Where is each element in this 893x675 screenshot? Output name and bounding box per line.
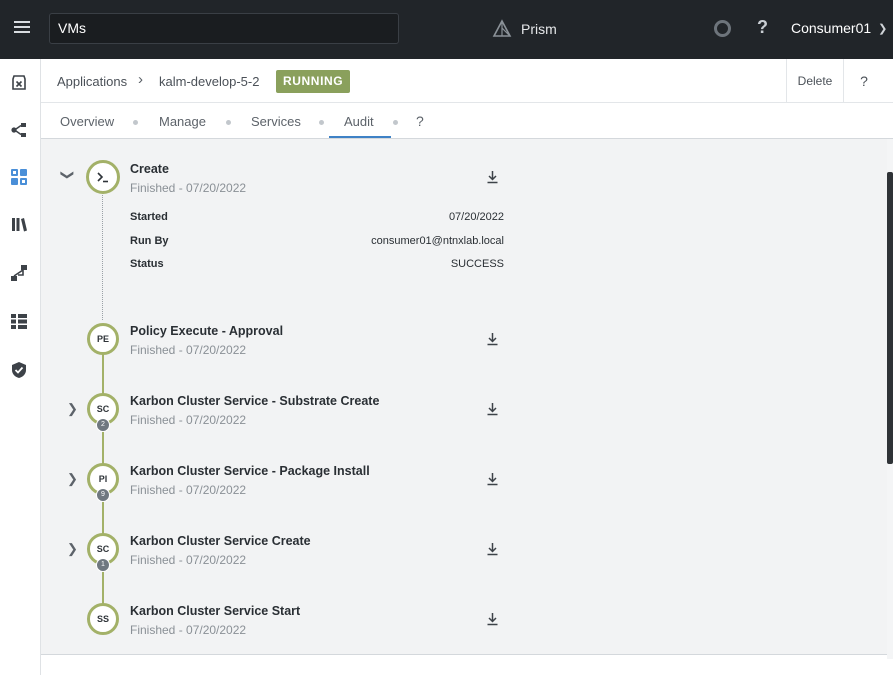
count-badge: 9 xyxy=(96,488,110,502)
step-subtitle: Finished - 07/20/2022 xyxy=(130,413,247,427)
step-node: SS xyxy=(87,603,119,635)
timeline-connector xyxy=(102,193,103,320)
expand-chevron-icon[interactable]: ❯ xyxy=(67,541,78,557)
header-help-button[interactable]: ? xyxy=(844,59,884,103)
step-title: Create xyxy=(130,162,169,176)
status-badge: RUNNING xyxy=(276,70,351,93)
help-icon[interactable]: ? xyxy=(757,17,768,38)
step-subtitle: Finished - 07/20/2022 xyxy=(130,483,247,497)
runbook-icon[interactable] xyxy=(10,264,28,282)
step-title: Policy Execute - Approval xyxy=(130,324,284,338)
download-icon[interactable] xyxy=(486,170,499,184)
step-title: Karbon Cluster Service Start xyxy=(130,604,301,618)
runby-label: Run By xyxy=(130,235,169,247)
applications-icon[interactable] xyxy=(10,168,28,186)
step-node-create xyxy=(86,160,120,194)
step-subtitle: Finished - 07/20/2022 xyxy=(130,623,247,637)
download-icon[interactable] xyxy=(486,332,499,346)
step-title: Karbon Cluster Service Create xyxy=(130,534,311,548)
step-node: PE xyxy=(87,323,119,355)
search-input[interactable]: VMs xyxy=(49,13,399,44)
blueprint-icon[interactable] xyxy=(10,121,28,139)
tab-separator xyxy=(393,120,398,125)
tabs-help-button[interactable]: ? xyxy=(416,113,424,129)
active-tab-indicator xyxy=(329,136,391,138)
count-badge: 2 xyxy=(96,418,110,432)
left-rail xyxy=(0,59,41,675)
step-subtitle: Finished - 07/20/2022 xyxy=(130,343,247,357)
download-icon[interactable] xyxy=(486,472,499,486)
brand: Prism xyxy=(492,17,557,41)
tab-separator xyxy=(226,120,231,125)
terminal-icon xyxy=(97,172,108,183)
tab-separator xyxy=(319,120,324,125)
download-icon[interactable] xyxy=(486,402,499,416)
started-label: Started xyxy=(130,211,168,223)
step-title: Karbon Cluster Service - Package Install xyxy=(130,464,370,478)
step-subtitle: Finished - 07/20/2022 xyxy=(130,181,247,195)
count-badge: 1 xyxy=(96,558,110,572)
page-header: Applications › kalm-develop-5-2 RUNNING … xyxy=(41,59,893,103)
collapse-chevron-icon[interactable]: ❯ xyxy=(59,170,75,181)
started-value: 07/20/2022 xyxy=(448,211,504,223)
tab-bar: Overview Manage Services Audit ? xyxy=(41,103,893,139)
breadcrumb-applications[interactable]: Applications xyxy=(57,74,127,89)
download-icon[interactable] xyxy=(486,612,499,626)
status-value: SUCCESS xyxy=(450,258,504,270)
download-icon[interactable] xyxy=(486,542,499,556)
tab-separator xyxy=(133,120,138,125)
prism-logo-icon xyxy=(492,19,512,37)
breadcrumb-app-name: kalm-develop-5-2 xyxy=(159,74,260,89)
library-icon[interactable] xyxy=(10,215,28,233)
tab-manage[interactable]: Manage xyxy=(159,114,206,129)
top-bar: VMs Prism ? Consumer01 ❯ xyxy=(0,0,893,59)
tab-services[interactable]: Services xyxy=(251,114,301,129)
hamburger-menu-icon[interactable] xyxy=(12,18,32,40)
delete-button[interactable]: Delete xyxy=(787,59,843,103)
endpoints-icon[interactable] xyxy=(10,312,28,330)
clear-icon[interactable] xyxy=(10,73,28,91)
chevron-down-icon: ❯ xyxy=(878,22,888,35)
user-menu[interactable]: Consumer01 ❯ xyxy=(791,20,887,36)
tab-audit[interactable]: Audit xyxy=(344,114,374,129)
activity-icon[interactable] xyxy=(714,20,731,37)
breadcrumb-separator-icon: › xyxy=(138,71,143,88)
user-name: Consumer01 xyxy=(791,20,872,36)
brand-label: Prism xyxy=(521,21,557,37)
runby-value: consumer01@ntnxlab.local xyxy=(371,235,504,247)
step-subtitle: Finished - 07/20/2022 xyxy=(130,553,247,567)
policies-icon[interactable] xyxy=(10,361,28,379)
expand-chevron-icon[interactable]: ❯ xyxy=(67,471,78,487)
step-title: Karbon Cluster Service - Substrate Creat… xyxy=(130,394,380,408)
tab-overview[interactable]: Overview xyxy=(60,114,114,129)
expand-chevron-icon[interactable]: ❯ xyxy=(67,401,78,417)
scrollbar-thumb[interactable] xyxy=(887,172,893,464)
status-label: Status xyxy=(130,258,164,270)
